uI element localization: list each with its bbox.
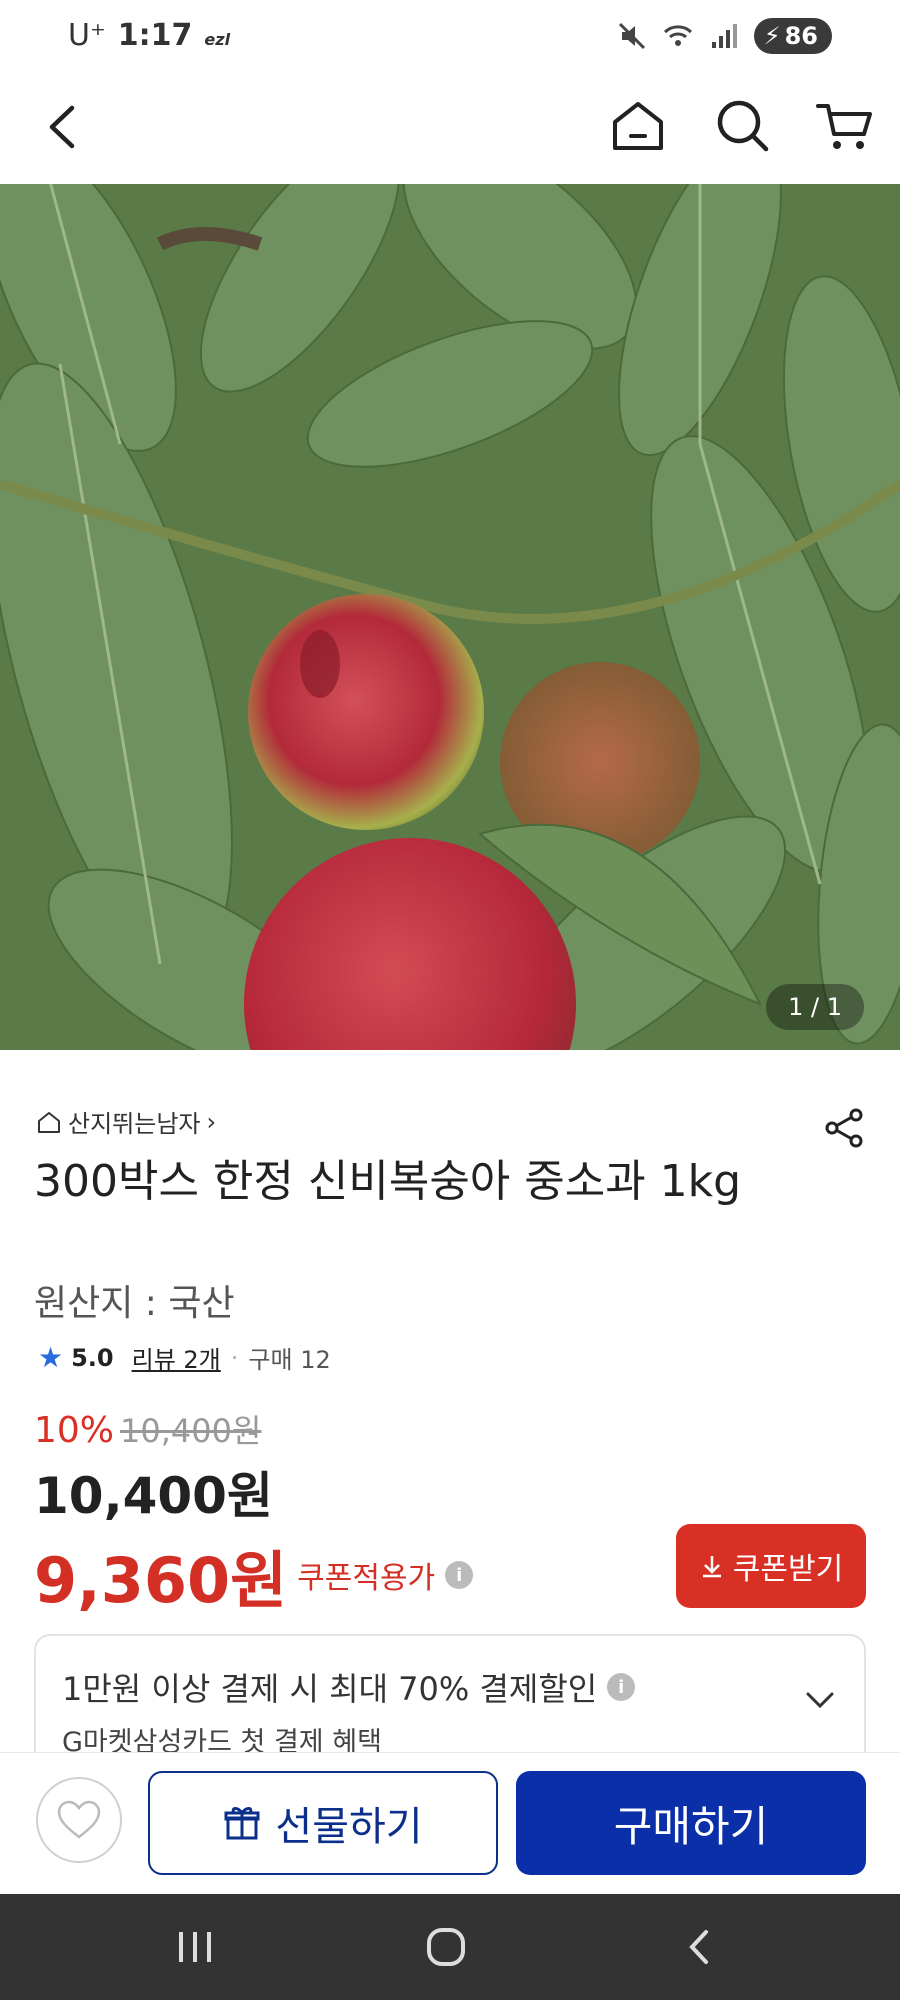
sale-price: 10,400원 — [34, 1467, 273, 1525]
buy-button[interactable]: 구매하기 — [516, 1771, 866, 1875]
back-arrow-icon[interactable] — [32, 92, 92, 162]
purchase-count: 구매 12 — [248, 1346, 331, 1374]
battery-level: 86 — [784, 22, 818, 50]
carrier-label: U⁺ — [68, 18, 106, 53]
home-nav-icon[interactable] — [416, 1924, 476, 1970]
chevron-down-icon[interactable] — [802, 1682, 838, 1718]
cart-icon[interactable] — [812, 90, 878, 160]
status-bar: U⁺ 1:17 ezl ⚡ 86 — [0, 0, 900, 72]
seller-link[interactable]: 산지뛰는남자 › — [36, 1104, 216, 1139]
coupon-price-label: 쿠폰적용가 — [297, 1561, 436, 1596]
bottom-action-bar: 선물하기 구매하기 — [0, 1752, 900, 1894]
separator-dot: · — [230, 1343, 239, 1372]
promo-line-1: 1만원 이상 결제 시 최대 70% 결제할인 — [62, 1670, 598, 1708]
top-app-bar — [0, 72, 900, 182]
battery-indicator: ⚡ 86 — [753, 18, 832, 54]
product-title: 300박스 한정 신비복숭아 중소과 1kg — [34, 1156, 742, 1207]
original-price: 10,400원 — [120, 1412, 262, 1450]
product-origin: 원산지 : 국산 — [34, 1283, 235, 1324]
info-icon[interactable]: i — [445, 1561, 474, 1589]
image-counter: 1 / 1 — [766, 984, 864, 1030]
store-icon — [38, 1111, 60, 1133]
star-icon: ★ — [38, 1341, 64, 1374]
home-icon[interactable] — [605, 90, 671, 160]
info-icon[interactable]: i — [607, 1673, 636, 1701]
coupon-price: 9,360원 — [34, 1544, 288, 1617]
chevron-right-icon: › — [206, 1107, 217, 1136]
seller-name: 산지뛰는남자 — [68, 1110, 201, 1138]
recent-apps-icon[interactable] — [165, 1924, 225, 1970]
gift-button-label: 선물하기 — [275, 1804, 423, 1850]
heart-icon — [57, 1800, 101, 1839]
status-badge: ezl — [204, 30, 231, 49]
search-icon[interactable] — [710, 90, 776, 160]
share-icon[interactable] — [822, 1106, 866, 1150]
signal-icon — [711, 24, 737, 48]
product-image[interactable]: 1 / 1 — [0, 184, 900, 1050]
rating-score: 5.0 — [71, 1343, 114, 1372]
clock: 1:17 — [117, 18, 193, 53]
wishlist-button[interactable] — [36, 1777, 122, 1863]
reviews-link[interactable]: 리뷰 2개 — [132, 1340, 221, 1375]
wifi-icon — [663, 25, 692, 46]
gift-button[interactable]: 선물하기 — [148, 1771, 498, 1875]
gift-icon — [224, 1807, 260, 1840]
system-nav-bar — [0, 1894, 900, 2000]
coupon-button-label: 쿠폰받기 — [732, 1552, 844, 1587]
coupon-price-row: 9,360원 쿠폰적용가 i — [34, 1530, 474, 1620]
card-promo-box[interactable]: 1만원 이상 결제 시 최대 70% 결제할인 i G마켓삼성카드 첫 결제 혜… — [34, 1634, 866, 1764]
back-nav-icon[interactable] — [670, 1924, 730, 1970]
discount-row: 10% 10,400원 — [34, 1406, 261, 1452]
mute-icon — [618, 22, 645, 50]
peach-illustration — [0, 184, 900, 1050]
charging-icon: ⚡ — [763, 22, 781, 50]
rating-row: ★ 5.0 리뷰 2개 · 구매 12 — [38, 1340, 331, 1375]
download-icon — [702, 1556, 721, 1578]
get-coupon-button[interactable]: 쿠폰받기 — [676, 1524, 866, 1608]
discount-rate: 10% — [34, 1410, 115, 1451]
